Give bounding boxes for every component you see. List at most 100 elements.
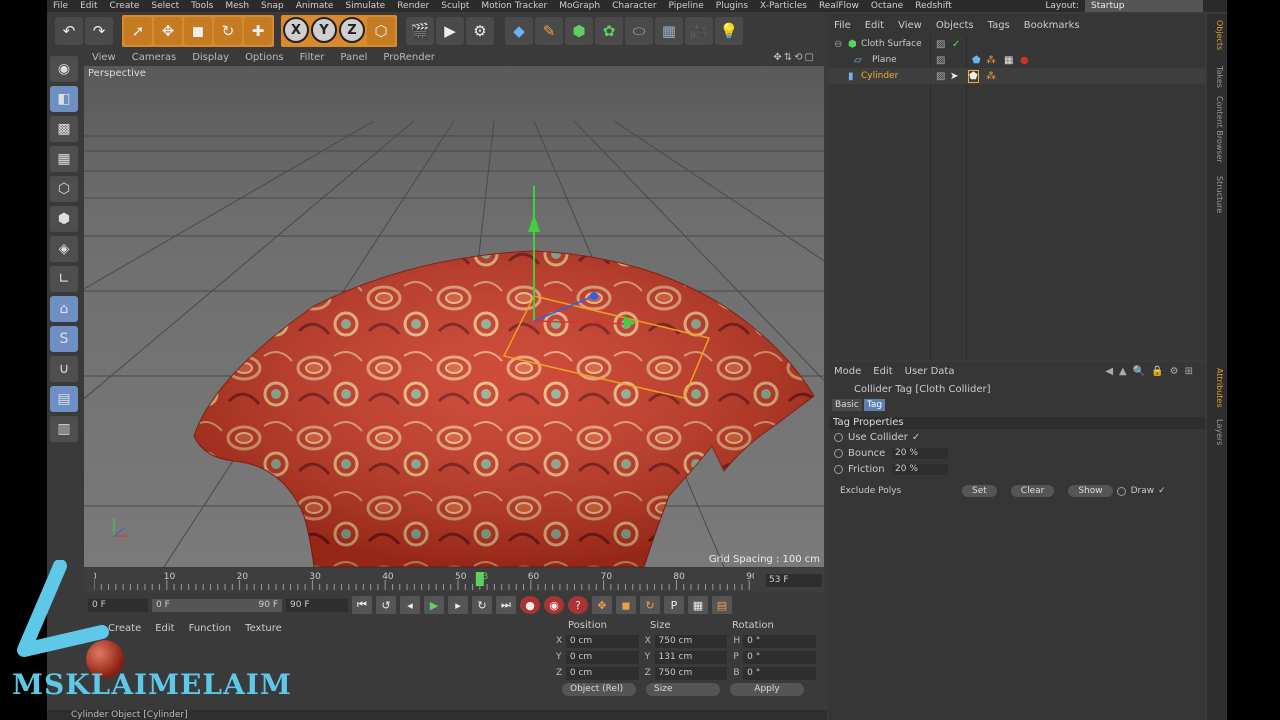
rotation-h-field[interactable]: 0 ° bbox=[743, 634, 817, 648]
material-tag-icon[interactable]: ● bbox=[1020, 55, 1029, 66]
move-icon[interactable]: ✥ bbox=[154, 17, 182, 45]
animate-radio[interactable] bbox=[834, 464, 843, 474]
subdivision-icon[interactable]: ⬢ bbox=[565, 17, 593, 45]
menu-sculpt[interactable]: Sculpt bbox=[435, 0, 475, 12]
workplane-icon[interactable]: ▦ bbox=[50, 146, 78, 172]
use-collider-checkbox[interactable]: ✓ bbox=[912, 432, 920, 443]
planar-workplane-icon[interactable]: ▥ bbox=[50, 416, 78, 442]
menu-select[interactable]: Select bbox=[145, 0, 185, 12]
menu-mograph[interactable]: MoGraph bbox=[553, 0, 606, 12]
side-tab-layers[interactable]: Layers bbox=[1210, 419, 1224, 445]
add-icon[interactable]: ✚ bbox=[244, 17, 272, 45]
om-menu-edit[interactable]: Edit bbox=[865, 20, 884, 31]
apply-button[interactable]: Apply bbox=[730, 683, 804, 696]
size-z-field[interactable]: 750 cm bbox=[654, 666, 728, 680]
render-view-icon[interactable]: 🎬 bbox=[406, 17, 434, 45]
layout-dropdown[interactable]: Startup bbox=[1085, 0, 1203, 12]
tab-basic[interactable]: Basic bbox=[832, 399, 862, 411]
size-x-field[interactable]: 750 cm bbox=[654, 634, 728, 648]
om-menu-file[interactable]: File bbox=[834, 20, 851, 31]
rotation-p-field[interactable]: 0 ° bbox=[743, 650, 817, 664]
material-menu-create[interactable]: Create bbox=[108, 623, 141, 634]
enabled-check-icon[interactable]: ✓ bbox=[952, 39, 960, 50]
cube-icon[interactable]: ◆ bbox=[505, 17, 533, 45]
animate-radio[interactable] bbox=[834, 432, 843, 442]
rotation-b-field[interactable]: 0 ° bbox=[743, 666, 817, 680]
rotate-icon[interactable]: ↻ bbox=[214, 17, 242, 45]
floor-icon[interactable]: ▦ bbox=[655, 17, 683, 45]
menu-create[interactable]: Create bbox=[104, 0, 146, 12]
snap-icon[interactable]: S bbox=[50, 326, 78, 352]
play-icon[interactable]: ▶ bbox=[424, 596, 444, 614]
live-selection-icon[interactable]: ➚ bbox=[124, 17, 152, 45]
am-menu-user-data[interactable]: User Data bbox=[905, 366, 955, 377]
menu-snap[interactable]: Snap bbox=[255, 0, 290, 12]
size-y-field[interactable]: 131 cm bbox=[654, 650, 728, 664]
goto-start-icon[interactable]: ⏮ bbox=[352, 596, 372, 614]
start-frame-field[interactable]: 0 F bbox=[88, 598, 148, 612]
render-picture-viewer-icon[interactable]: ▶ bbox=[436, 17, 464, 45]
scale-icon[interactable]: ◼ bbox=[184, 17, 212, 45]
object-row-plane[interactable]: ▱ Plane ▨ ⬟ ⁂ ▦ ● bbox=[828, 52, 1205, 68]
axis-mode-icon[interactable]: ∟ bbox=[50, 266, 78, 292]
key-rotation-icon[interactable]: ↻ bbox=[640, 596, 660, 614]
material-menu-texture[interactable]: Texture bbox=[245, 623, 282, 634]
am-menu-edit[interactable]: Edit bbox=[873, 366, 892, 377]
collider-tag-icon[interactable]: ⬟ bbox=[968, 69, 979, 83]
autokey-icon[interactable]: ◉ bbox=[544, 596, 564, 614]
model-mode-icon[interactable]: ◧ bbox=[50, 86, 78, 112]
visibility-icon[interactable]: ▨ bbox=[936, 39, 945, 50]
position-y-field[interactable]: 0 cm bbox=[565, 650, 639, 664]
cloner-icon[interactable]: ✿ bbox=[595, 17, 623, 45]
key-pla-icon[interactable]: ▦ bbox=[688, 596, 708, 614]
object-name[interactable]: Cylinder bbox=[861, 71, 898, 81]
texture-mode-icon[interactable]: ▩ bbox=[50, 116, 78, 142]
workplane-lock-icon[interactable]: ▤ bbox=[50, 386, 78, 412]
object-row-cylinder[interactable]: ▮ Cylinder ▨ ➤ ⬟ ⁂ bbox=[828, 68, 1205, 84]
position-z-field[interactable]: 0 cm bbox=[565, 666, 639, 680]
side-tab-attributes[interactable]: Attributes bbox=[1210, 368, 1224, 408]
magnet-icon[interactable]: ∪ bbox=[50, 356, 78, 382]
pen-icon[interactable]: ✎ bbox=[535, 17, 563, 45]
camera-icon[interactable]: 🎥 bbox=[685, 17, 713, 45]
menu-octane[interactable]: Octane bbox=[865, 0, 909, 12]
tweak-mode-icon[interactable]: ⌂ bbox=[50, 296, 78, 322]
am-nav-icons[interactable]: ◀▲🔍🔒⚙⊞ bbox=[1105, 366, 1205, 377]
phong-tag-icon[interactable]: ⁂ bbox=[986, 55, 996, 66]
key-parameter-icon[interactable]: P bbox=[664, 596, 684, 614]
goto-next-key-icon[interactable]: ↻ bbox=[472, 596, 492, 614]
tab-tag[interactable]: Tag bbox=[863, 399, 886, 411]
edges-mode-icon[interactable]: ⬢ bbox=[50, 206, 78, 232]
make-editable-icon[interactable]: ◉ bbox=[50, 56, 78, 82]
expand-icon[interactable]: ⊖ bbox=[834, 39, 842, 50]
viewport-menu-prorender[interactable]: ProRender bbox=[375, 52, 442, 63]
menu-motion-tracker[interactable]: Motion Tracker bbox=[475, 0, 553, 12]
timeline[interactable]: 0 10 20 30 40 50 53 60 70 80 90 53 F bbox=[84, 568, 824, 592]
menu-redshift[interactable]: Redshift bbox=[909, 0, 958, 12]
menu-character[interactable]: Character bbox=[606, 0, 662, 12]
side-tab-takes[interactable]: Takes bbox=[1210, 66, 1224, 88]
menu-mesh[interactable]: Mesh bbox=[219, 0, 255, 12]
end-frame-field[interactable]: 90 F bbox=[286, 598, 348, 612]
menu-simulate[interactable]: Simulate bbox=[339, 0, 391, 12]
om-menu-objects[interactable]: Objects bbox=[936, 20, 974, 31]
deformer-icon[interactable]: ⬭ bbox=[625, 17, 653, 45]
perspective-viewport[interactable]: Perspective Grid Spacing : 100 cm bbox=[84, 66, 824, 567]
undo-icon[interactable]: ↶ bbox=[55, 17, 83, 45]
visibility-icon[interactable]: ▨ bbox=[936, 71, 945, 82]
viewport-menu-cameras[interactable]: Cameras bbox=[124, 52, 184, 63]
current-frame-field[interactable]: 53 F bbox=[766, 574, 822, 587]
set-button[interactable]: Set bbox=[962, 485, 997, 497]
key-position-icon[interactable]: ✥ bbox=[592, 596, 612, 614]
viewport-menu-filter[interactable]: Filter bbox=[292, 52, 333, 63]
viewport-menu-display[interactable]: Display bbox=[184, 52, 237, 63]
menu-plugins[interactable]: Plugins bbox=[710, 0, 754, 12]
side-tab-objects[interactable]: Objects bbox=[1210, 20, 1224, 50]
visibility-icon[interactable]: ▨ bbox=[936, 55, 945, 66]
timeline-window-icon[interactable]: ▤ bbox=[712, 596, 732, 614]
draw-checkbox[interactable]: ✓ bbox=[1158, 486, 1166, 496]
side-tab-content-browser[interactable]: Content Browser bbox=[1210, 96, 1224, 163]
side-tab-structure[interactable]: Structure bbox=[1210, 176, 1224, 213]
coord-mode-dropdown[interactable]: Object (Rel) bbox=[562, 683, 636, 696]
points-mode-icon[interactable]: ⬡ bbox=[50, 176, 78, 202]
